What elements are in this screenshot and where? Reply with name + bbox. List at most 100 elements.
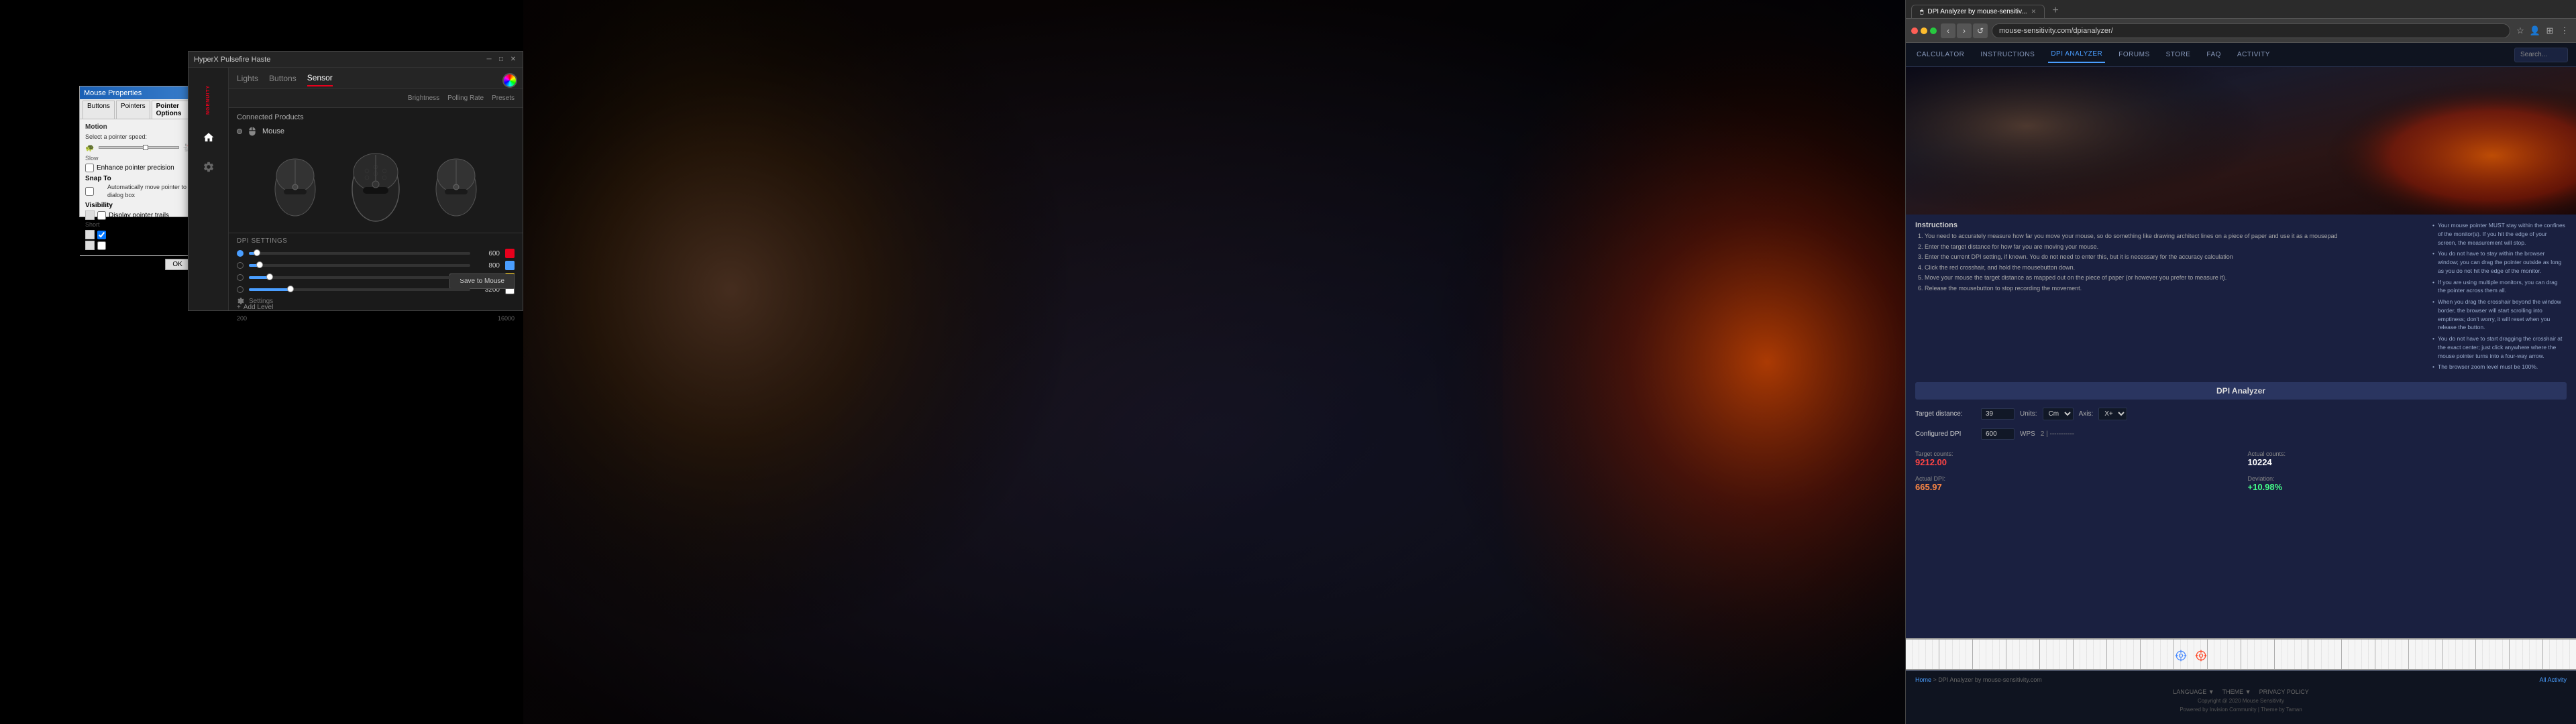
ngenuity-main-content: Lights Buttons Sensor Brightness Polling… (229, 68, 523, 310)
mouse-list-item[interactable]: Mouse (229, 124, 523, 139)
nav-store[interactable]: STORE (2163, 47, 2194, 62)
dpi-radio-4[interactable] (237, 286, 244, 293)
nav-activity[interactable]: ACTIVITY (2235, 47, 2273, 62)
crosshair-right[interactable] (2194, 642, 2208, 669)
dpi-color-2[interactable] (505, 261, 515, 270)
ok-button[interactable]: OK (165, 259, 189, 270)
browser-toolbar: ‹ › ↺ mouse-sensitivity.com/dpianalyzer/… (1906, 19, 2576, 43)
banner-svg (1906, 67, 2576, 215)
units-select[interactable]: Cm In (2043, 408, 2074, 420)
units-label: Units: (2020, 410, 2037, 418)
dpi-slider-1[interactable] (249, 252, 470, 255)
brightness-label: Brightness (408, 95, 439, 102)
tab-title: DPI Analyzer by mouse-sensitiv... (1927, 8, 2027, 15)
ngenuity-sidebar: NGENUITY (189, 68, 229, 310)
breadcrumb-current: DPI Analyzer by mouse-sensitivity.com (1938, 676, 2041, 683)
dpi-results-row-1: Target counts: 9212.00 Actual counts: 10… (1915, 450, 2567, 467)
nav-instructions[interactable]: INSTRUCTIONS (1978, 47, 2037, 62)
dpi-slider-3[interactable] (249, 276, 470, 279)
snap-to-checkbox[interactable] (85, 187, 94, 196)
window-close-button[interactable] (1911, 27, 1918, 34)
footer-language[interactable]: LANGUAGE ▼ (2173, 688, 2214, 695)
window-minimize-button[interactable] (1921, 27, 1927, 34)
all-activity-link[interactable]: All Activity (2539, 676, 2567, 683)
dpi-value-1: 600 (476, 250, 500, 257)
configured-dpi-label: Configured DPI (1915, 430, 1976, 438)
dpi-radio-1[interactable] (237, 250, 244, 257)
address-bar[interactable]: mouse-sensitivity.com/dpianalyzer/ (1992, 23, 2510, 38)
target-counts-value: 9212.00 (1915, 457, 2235, 467)
actual-counts-value: 10224 (2248, 457, 2567, 467)
tab-buttons[interactable]: Buttons (269, 71, 297, 86)
footer-theme[interactable]: THEME ▼ (2222, 688, 2251, 695)
configured-dpi-input[interactable] (1981, 428, 2015, 440)
settings-button[interactable]: Settings (237, 297, 273, 305)
target-counts-item: Target counts: 9212.00 (1915, 450, 2235, 467)
close-icon[interactable]: ✕ (509, 56, 517, 64)
reload-button[interactable]: ↺ (1973, 23, 1988, 38)
tab-sensor[interactable]: Sensor (307, 70, 333, 86)
bookmark-icon[interactable]: ☆ (2514, 25, 2526, 37)
settings-label: Settings (249, 298, 273, 305)
note-1: Your mouse pointer MUST stay within the … (2432, 221, 2567, 247)
turtle-icon: 🐢 (85, 142, 96, 153)
hide-pointer-label: Hide pointer while typing (109, 231, 182, 239)
maximize-icon[interactable]: □ (497, 56, 505, 64)
dpi-radio-2[interactable] (237, 262, 244, 269)
hide-icon (85, 230, 95, 239)
nav-faq[interactable]: FAQ (2204, 47, 2224, 62)
axis-select[interactable]: X+ X- Y+ Y- (2098, 408, 2127, 420)
menu-icon[interactable]: ⋮ (2559, 25, 2571, 37)
nav-calculator[interactable]: CALCULATOR (1914, 47, 1967, 62)
footer-privacy[interactable]: PRIVACY POLICY (2259, 688, 2309, 695)
browser-tab-active[interactable]: 🖱 DPI Analyzer by mouse-sensitiv... ✕ (1911, 5, 2045, 18)
crosshair-left-icon (2174, 648, 2188, 664)
enhance-precision-checkbox[interactable] (85, 164, 94, 172)
browser-window: 🖱 DPI Analyzer by mouse-sensitiv... ✕ + … (1905, 0, 2576, 724)
hide-pointer-checkbox[interactable] (97, 231, 106, 239)
pointer-speed-slider[interactable] (99, 146, 179, 149)
configured-dpi-row: Configured DPI WPS 2 | ----------- (1915, 428, 2567, 440)
back-button[interactable]: ‹ (1941, 23, 1955, 38)
window-maximize-button[interactable] (1930, 27, 1937, 34)
nav-dpi-analyzer[interactable]: DPI ANALYZER (2048, 46, 2105, 63)
address-text: mouse-sensitivity.com/dpianalyzer/ (1999, 27, 2113, 35)
forward-button[interactable]: › (1957, 23, 1972, 38)
extensions-icon[interactable]: ⊞ (2544, 25, 2556, 37)
dpi-analyzer-title: DPI Analyzer (1915, 382, 2567, 400)
tab-buttons[interactable]: Buttons (83, 101, 115, 119)
profile-icon[interactable]: 👤 (2529, 25, 2541, 37)
tab-lights[interactable]: Lights (237, 71, 258, 86)
note-5: You do not have to start dragging the cr… (2432, 335, 2567, 360)
site-search[interactable]: Search... (2514, 48, 2568, 62)
mouse-image-main[interactable] (339, 145, 413, 226)
display-trails-checkbox[interactable] (97, 211, 106, 220)
new-tab-button[interactable]: + (2047, 3, 2063, 18)
dpi-ruler[interactable] (1906, 638, 2576, 670)
ngenuity-window-controls: ─ □ ✕ (485, 56, 517, 64)
dpi-settings-section: DPI SETTINGS 600 800 (229, 233, 523, 301)
target-distance-input[interactable] (1981, 408, 2015, 420)
ngenuity-titlebar: HyperX Pulsefire Haste ─ □ ✕ (189, 52, 523, 68)
sidebar-icon-home[interactable] (197, 125, 221, 149)
rgb-color-swatch[interactable] (502, 73, 517, 88)
tab-close-button[interactable]: ✕ (2031, 8, 2037, 15)
breadcrumb-home[interactable]: Home (1915, 676, 1931, 683)
minimize-icon[interactable]: ─ (485, 56, 493, 64)
sidebar-icon-settings[interactable] (197, 155, 221, 179)
note-6: The browser zoom level must be 100%. (2432, 363, 2567, 371)
dpi-radio-3[interactable] (237, 274, 244, 281)
mouse-device-icon (248, 127, 257, 136)
dpi-slider-2[interactable] (249, 264, 470, 267)
footer-copyright: Copyright @ 2020 Mouse Sensitivity (1915, 698, 2567, 704)
tab-pointers[interactable]: Pointers (116, 101, 150, 119)
crosshair-left[interactable] (2174, 642, 2188, 669)
range-min-label: 200 (237, 315, 247, 322)
nav-forums[interactable]: FORUMS (2116, 47, 2152, 62)
dpi-slider-4[interactable] (249, 288, 470, 291)
dpi-color-1[interactable] (505, 249, 515, 258)
show-ctrl-checkbox[interactable] (97, 241, 106, 250)
slow-label: Slow (85, 155, 99, 162)
instructions-section: Instructions You need to accurately meas… (1915, 221, 2567, 374)
browser-content-area: CALCULATOR INSTRUCTIONS DPI ANALYZER FOR… (1906, 43, 2576, 724)
